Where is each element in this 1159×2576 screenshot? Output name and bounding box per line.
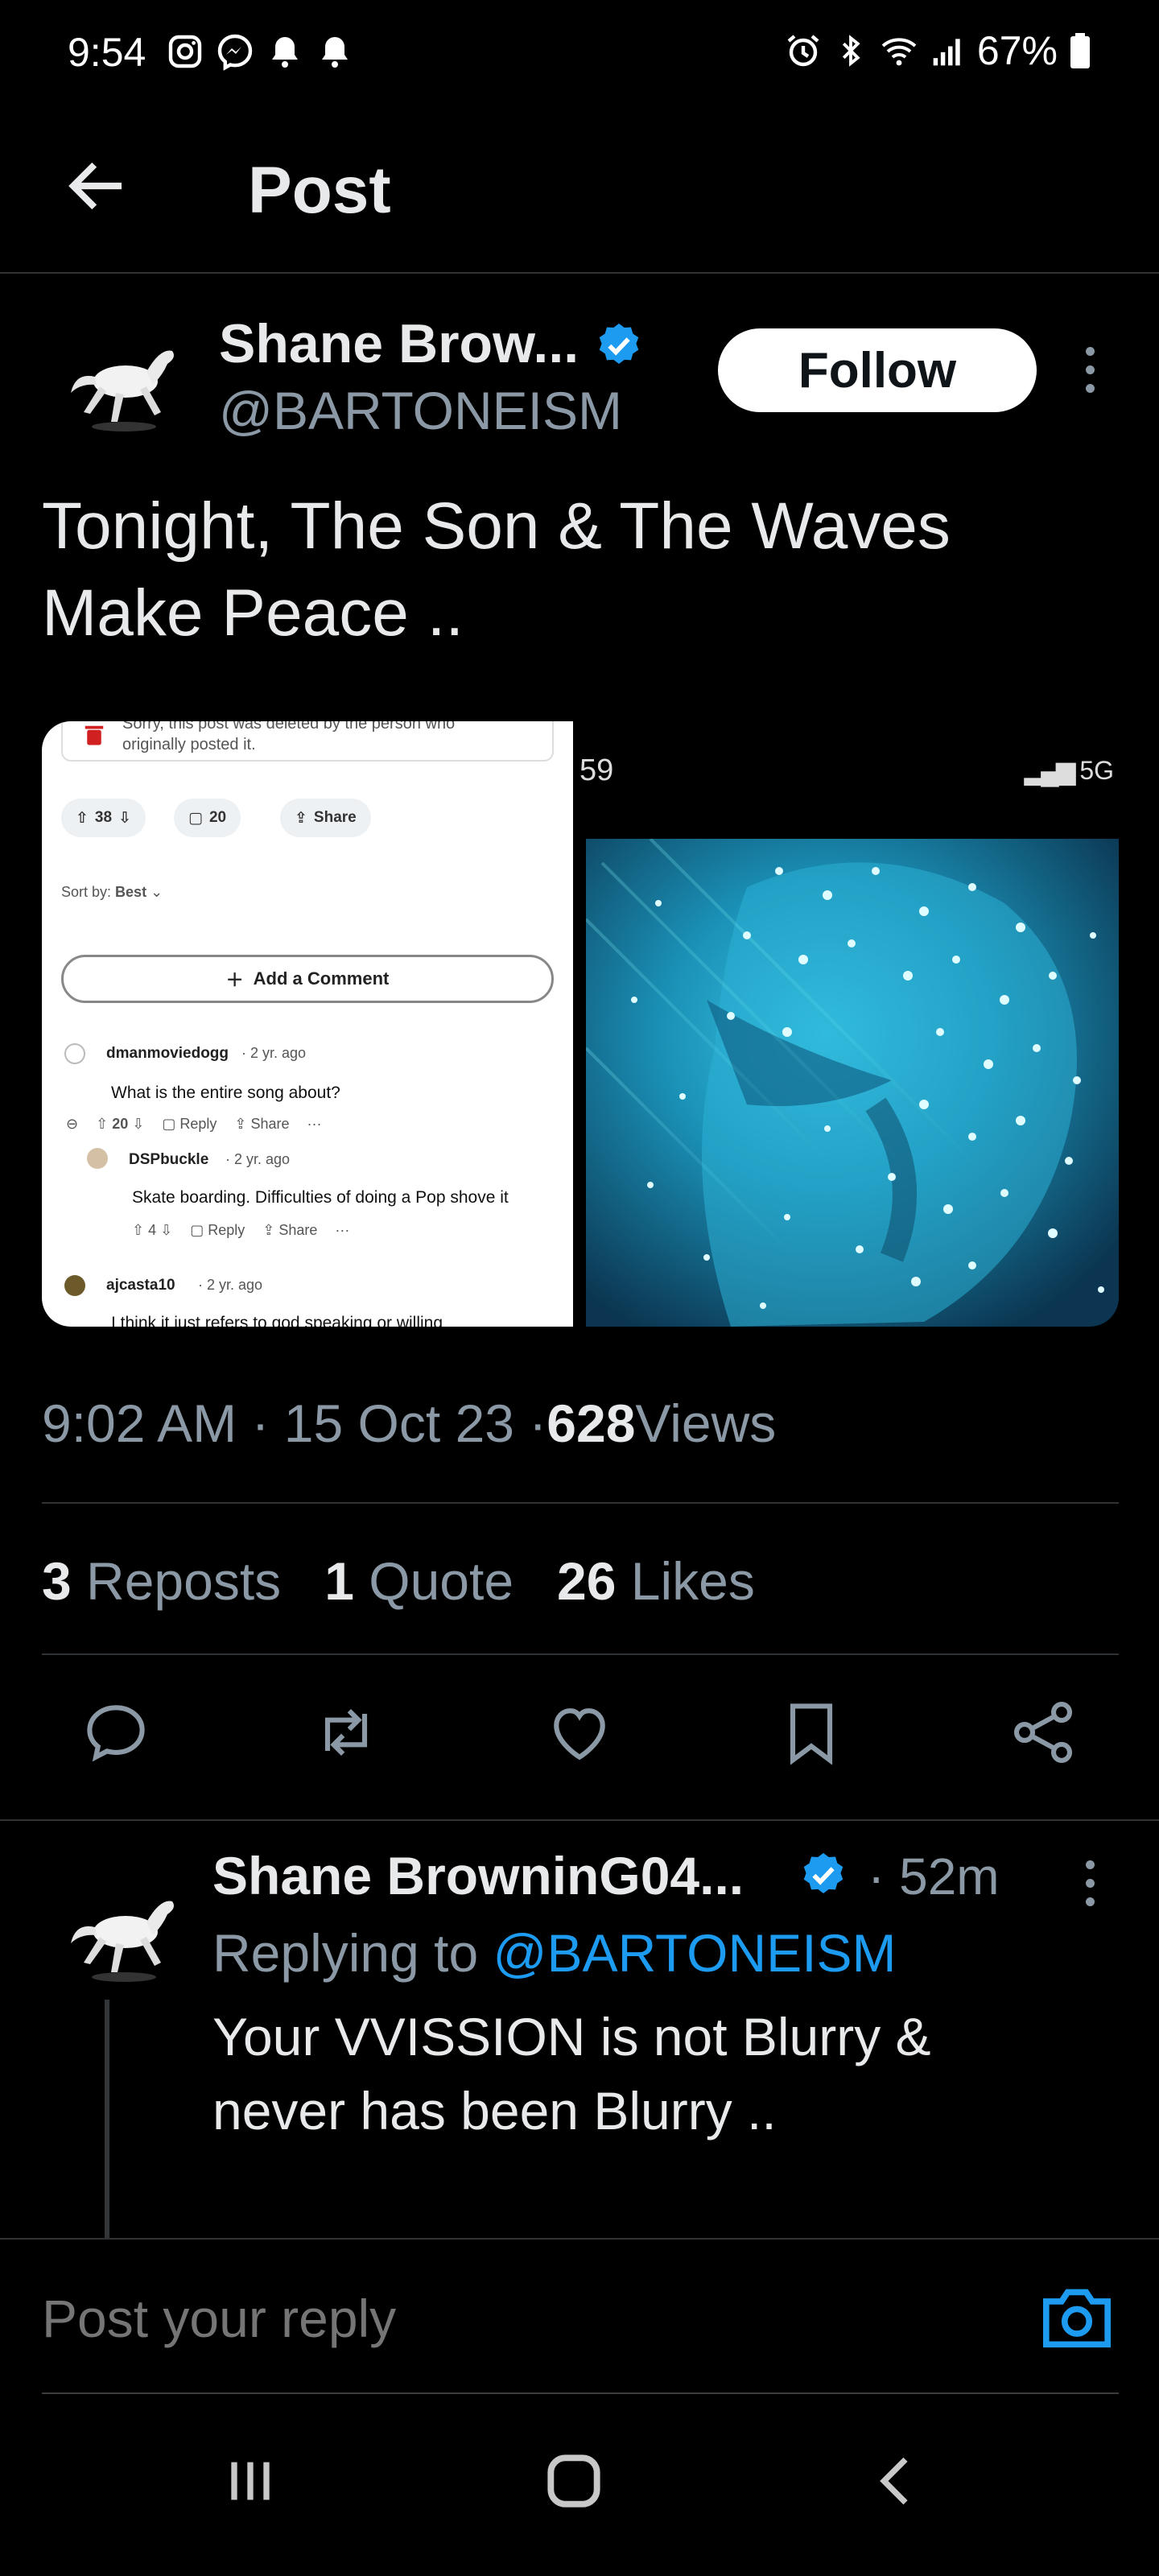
reply-composer xyxy=(0,2238,1159,2394)
bell-icon xyxy=(322,37,348,68)
author-name[interactable]: Shane Brow... xyxy=(219,312,579,375)
post-text: Tonight, The Son & The Waves Make Peace … xyxy=(42,489,951,650)
reply-input[interactable] xyxy=(42,2288,927,2349)
horse-avatar-image xyxy=(60,1866,185,1992)
mention-link[interactable]: @BARTONEISM xyxy=(493,1923,897,1983)
more-options-icon[interactable] xyxy=(1074,333,1106,406)
camera-button[interactable] xyxy=(1038,2283,1116,2351)
recents-icon xyxy=(231,2462,270,2500)
share-icon xyxy=(1013,1702,1073,1763)
thread-connector-line xyxy=(105,2000,109,2241)
reply-time: · 52m xyxy=(868,1847,1000,1905)
add-comment-button: ＋ Add a Comment xyxy=(61,955,554,1003)
upvote-icon: ⇧ xyxy=(76,809,89,827)
comment-icon xyxy=(87,1705,145,1762)
repost-icon xyxy=(324,1708,368,1757)
replying-to: Replying to @BARTONEISM xyxy=(212,1923,897,1983)
divider xyxy=(42,1502,1119,1504)
avatar xyxy=(64,1043,85,1064)
trash-icon xyxy=(85,725,104,745)
battery-percent: 67% xyxy=(976,28,1058,73)
author-avatar[interactable] xyxy=(60,316,185,441)
bookmark-button[interactable] xyxy=(774,1695,848,1769)
bookmark-icon xyxy=(790,1703,833,1765)
post-media[interactable]: Sorry, this post was deleted by the pers… xyxy=(42,721,1119,1327)
messenger-icon xyxy=(217,34,253,71)
like-button[interactable] xyxy=(542,1695,617,1769)
home-icon xyxy=(547,2454,600,2508)
horse-avatar-image xyxy=(60,316,185,441)
top-app-bar: Post xyxy=(0,121,1159,274)
wifi-icon xyxy=(881,38,917,66)
repost-button[interactable] xyxy=(309,1695,383,1769)
share-pill: ⇪ Share xyxy=(280,799,371,837)
system-back-button[interactable] xyxy=(853,2441,942,2521)
alarm-icon xyxy=(787,35,819,67)
vote-pill: ⇧ 38 ⇩ xyxy=(61,799,146,837)
bluetooth-icon xyxy=(842,35,860,67)
home-button[interactable] xyxy=(530,2441,618,2521)
media-image-blue-face[interactable]: 59 ▂▄▆ 5G xyxy=(580,721,1119,1327)
post-timestamp: 9:02 AM · 15 Oct 23 · 628 Views xyxy=(42,1393,777,1453)
quotes-stat[interactable]: 1 Quote xyxy=(324,1550,514,1612)
reply-author-name[interactable]: Shane BrowninG04... xyxy=(212,1845,744,1906)
system-nav-bar xyxy=(0,2394,1159,2576)
battery-icon xyxy=(1070,33,1090,68)
recents-button[interactable] xyxy=(206,2441,295,2521)
author-handle[interactable]: @BARTONEISM xyxy=(219,380,622,441)
avatar xyxy=(87,1148,108,1169)
verified-badge-icon xyxy=(599,323,639,364)
reply-text: Your VVISSION is not Blurry & never has … xyxy=(212,2007,931,2140)
instagram-icon xyxy=(168,35,202,68)
status-time: 9:54 xyxy=(68,30,146,75)
heart-icon xyxy=(554,1708,605,1761)
reposts-stat[interactable]: 3 Reposts xyxy=(42,1550,281,1612)
digital-face-artwork xyxy=(586,839,1119,1327)
engagement-stats: 3 Reposts 1 Quote 26 Likes xyxy=(42,1550,755,1612)
follow-button[interactable]: Follow xyxy=(718,328,1037,412)
divider xyxy=(42,1653,1119,1655)
likes-stat[interactable]: 26 Likes xyxy=(557,1550,755,1612)
comments-pill: ▢ 20 xyxy=(174,799,241,837)
camera-icon xyxy=(1043,2289,1111,2348)
reply-button[interactable] xyxy=(79,1695,153,1769)
verified-badge-icon xyxy=(803,1852,843,1893)
reply-author-avatar[interactable] xyxy=(60,1866,185,1992)
downvote-icon: ⇩ xyxy=(118,809,131,827)
share-button[interactable] xyxy=(1006,1695,1080,1769)
arrow-left-icon xyxy=(68,162,122,210)
post-actions-bar xyxy=(0,1695,1159,1776)
chevron-left-icon xyxy=(880,2457,908,2505)
signal-icon xyxy=(933,39,960,66)
avatar xyxy=(64,1275,85,1296)
bell-icon xyxy=(272,37,298,68)
page-title: Post xyxy=(248,154,391,227)
divider xyxy=(0,1819,1159,1821)
comment-icon: ▢ xyxy=(188,809,203,827)
back-button[interactable] xyxy=(61,150,134,222)
status-bar: 9:54 67% xyxy=(0,0,1159,105)
media-image-reddit-screenshot[interactable]: Sorry, this post was deleted by the pers… xyxy=(42,721,573,1327)
share-icon: ⇪ xyxy=(295,809,307,827)
views-count: 628 xyxy=(547,1393,636,1453)
reply-more-options-icon[interactable] xyxy=(1074,1847,1106,1919)
